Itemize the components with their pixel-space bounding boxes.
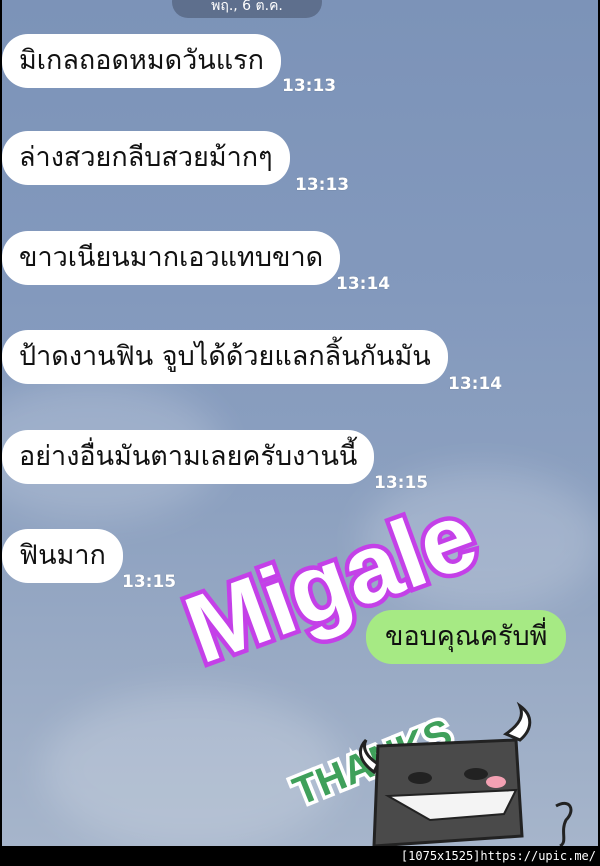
image-host-footer: [1075x1525]https://upic.me/ xyxy=(0,846,600,866)
cow-character-icon xyxy=(358,701,573,846)
message-bubble[interactable]: มิเกลถอดหมดวันแรก xyxy=(2,34,282,88)
watermark-logo: Migale xyxy=(168,477,494,689)
message-timestamp: 13:14 xyxy=(336,274,391,294)
message-bubble[interactable]: ล่างสวยกลีบสวยม้ากๆ xyxy=(2,131,290,185)
message-bubble[interactable]: ฟินมาก xyxy=(2,529,123,583)
message-timestamp: 13:14 xyxy=(448,374,503,394)
watermark-text: Migale xyxy=(172,481,489,684)
chat-background: พฤ., 6 ต.ค. มิเกลถอดหมดวันแรก 13:13 ล่าง… xyxy=(2,0,598,846)
message-bubble[interactable]: ขาวเนียนมากเอวแทบขาด xyxy=(2,231,341,285)
thanks-sticker[interactable]: THANKS xyxy=(270,686,598,846)
date-separator: พฤ., 6 ต.ค. xyxy=(172,0,322,18)
message-timestamp: 13:13 xyxy=(295,175,350,195)
message-bubble[interactable]: ป้าดงานฟิน จูบได้ด้วยแลกลิ้นกันมัน xyxy=(2,330,448,384)
message-timestamp: 13:13 xyxy=(282,76,337,96)
